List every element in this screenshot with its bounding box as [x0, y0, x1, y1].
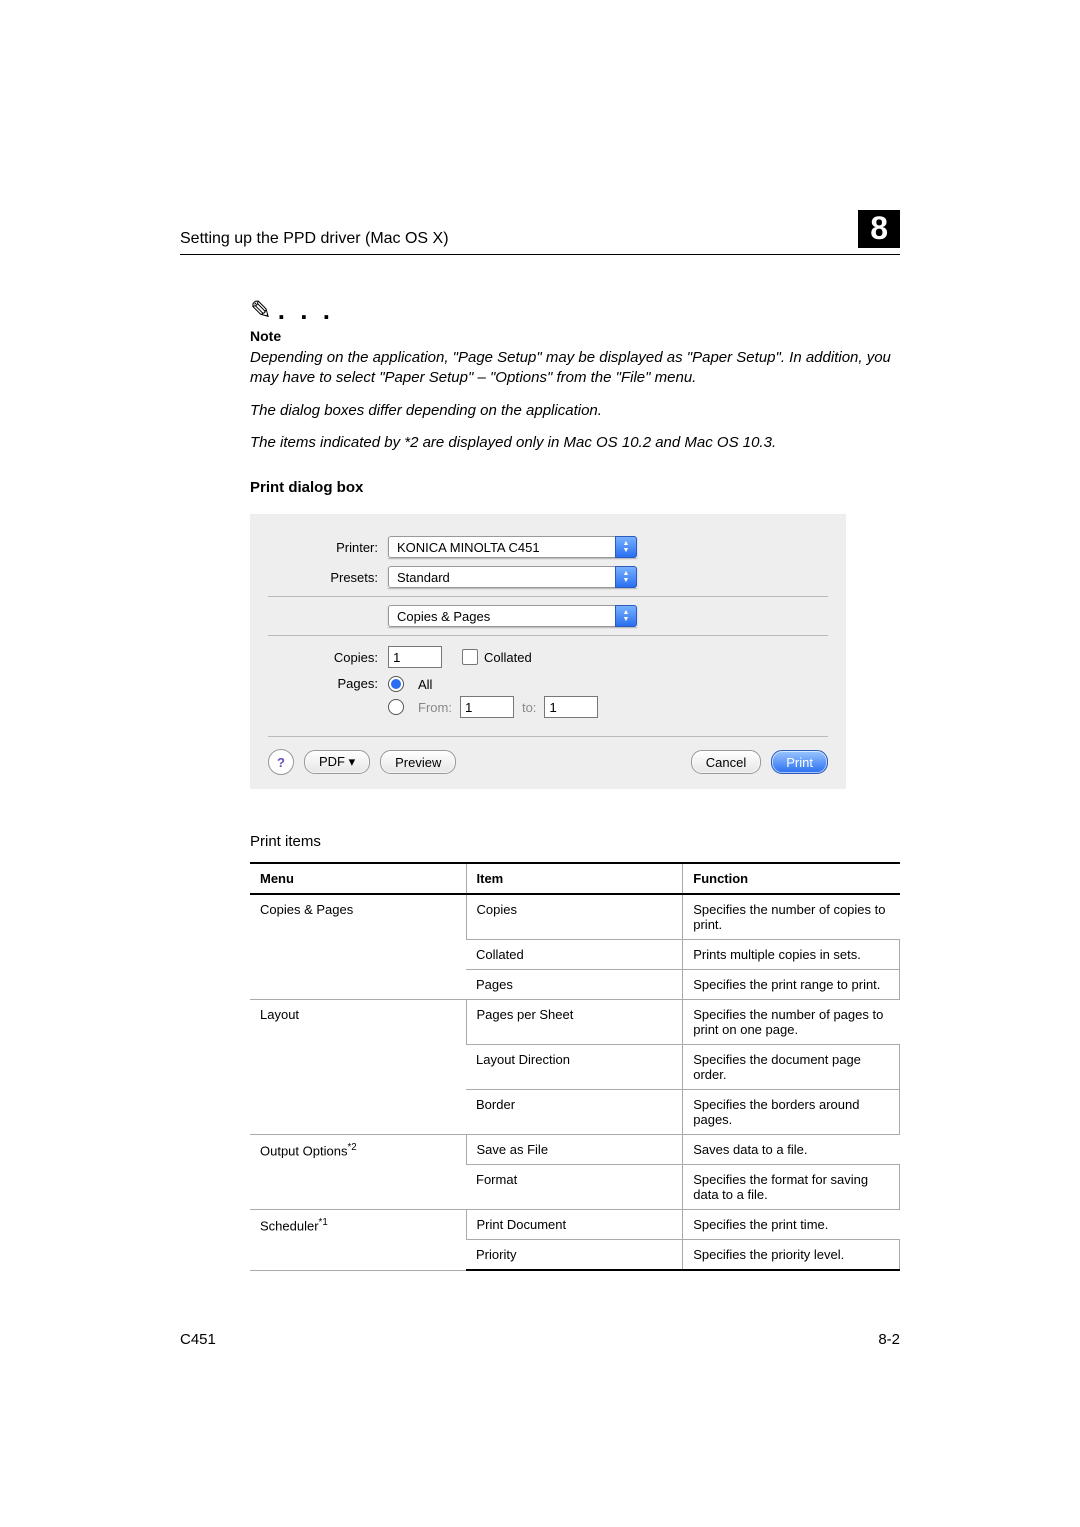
- cell-menu: Layout: [250, 1000, 466, 1135]
- chevron-updown-icon: ▲▼: [615, 536, 637, 558]
- note-paragraph: The dialog boxes differ depending on the…: [250, 401, 900, 421]
- cell-function: Specifies the priority level.: [683, 1240, 900, 1271]
- table-row: Output Options*2Save as FileSaves data t…: [250, 1135, 900, 1165]
- table-row: Copies & PagesCopiesSpecifies the number…: [250, 894, 900, 940]
- ellipsis-icon: . . .: [278, 295, 334, 326]
- chevron-updown-icon: ▲▼: [615, 566, 637, 588]
- cell-item: Pages: [466, 970, 683, 1000]
- from-label: From:: [418, 700, 452, 715]
- cancel-button[interactable]: Cancel: [691, 750, 761, 774]
- print-button[interactable]: Print: [771, 750, 828, 774]
- print-button-label: Print: [786, 755, 813, 770]
- cell-function: Specifies the print time.: [683, 1210, 900, 1240]
- pdf-menu-button[interactable]: PDF ▾: [304, 750, 370, 774]
- help-button[interactable]: ?: [268, 749, 294, 775]
- cancel-button-label: Cancel: [706, 755, 746, 770]
- collated-label: Collated: [484, 650, 532, 665]
- printer-label: Printer:: [268, 540, 388, 555]
- cell-item: Copies: [466, 894, 683, 940]
- cell-function: Specifies the document page order.: [683, 1045, 900, 1090]
- copies-label: Copies:: [268, 650, 388, 665]
- footer-model: C451: [180, 1331, 216, 1348]
- print-items-table: Menu Item Function Copies & PagesCopiesS…: [250, 862, 900, 1271]
- note-paragraph: Depending on the application, "Page Setu…: [250, 348, 900, 389]
- pages-to-input[interactable]: [544, 696, 598, 718]
- note-block: ✎ . . . Note Depending on the applicatio…: [250, 295, 900, 453]
- cell-menu: Output Options*2: [250, 1135, 466, 1210]
- cell-function: Specifies the number of pages to print o…: [683, 1000, 900, 1045]
- to-label: to:: [522, 700, 536, 715]
- section-heading: Print dialog box: [250, 479, 900, 496]
- presets-select-value: Standard: [388, 566, 615, 588]
- cell-item: Save as File: [466, 1135, 683, 1165]
- cell-menu: Scheduler*1: [250, 1210, 466, 1271]
- cell-function: Saves data to a file.: [683, 1135, 900, 1165]
- cell-function: Specifies the print range to print.: [683, 970, 900, 1000]
- cell-function: Specifies the format for saving data to …: [683, 1165, 900, 1210]
- preview-button-label: Preview: [395, 755, 441, 770]
- cell-item: Pages per Sheet: [466, 1000, 683, 1045]
- print-dialog: Printer: KONICA MINOLTA C451 ▲▼ Presets:…: [250, 514, 846, 789]
- cell-function: Prints multiple copies in sets.: [683, 940, 900, 970]
- cell-item: Border: [466, 1090, 683, 1135]
- pages-all-label: All: [418, 677, 432, 692]
- table-row: LayoutPages per SheetSpecifies the numbe…: [250, 1000, 900, 1045]
- printer-select-value: KONICA MINOLTA C451: [388, 536, 615, 558]
- cell-function: Specifies the number of copies to print.: [683, 894, 900, 940]
- col-function: Function: [683, 863, 900, 894]
- printer-select[interactable]: KONICA MINOLTA C451 ▲▼: [388, 536, 637, 558]
- pages-range-radio[interactable]: [388, 699, 404, 715]
- cell-function: Specifies the borders around pages.: [683, 1090, 900, 1135]
- table-caption: Print items: [250, 833, 900, 850]
- pdf-menu-label: PDF ▾: [319, 754, 355, 770]
- page-header-title: Setting up the PPD driver (Mac OS X): [180, 230, 449, 248]
- cell-item: Format: [466, 1165, 683, 1210]
- pages-all-radio[interactable]: [388, 676, 404, 692]
- col-item: Item: [466, 863, 683, 894]
- footer-page-number: 8-2: [878, 1331, 900, 1348]
- cell-item: Collated: [466, 940, 683, 970]
- cell-item: Print Document: [466, 1210, 683, 1240]
- cell-menu: Copies & Pages: [250, 894, 466, 1000]
- cell-item: Priority: [466, 1240, 683, 1271]
- chevron-updown-icon: ▲▼: [615, 605, 637, 627]
- copies-input[interactable]: [388, 646, 442, 668]
- cell-item: Layout Direction: [466, 1045, 683, 1090]
- pages-label: Pages:: [268, 676, 388, 691]
- preview-button[interactable]: Preview: [380, 750, 456, 774]
- presets-label: Presets:: [268, 570, 388, 585]
- note-label: Note: [250, 328, 900, 344]
- chapter-number-badge: 8: [858, 210, 900, 248]
- presets-select[interactable]: Standard ▲▼: [388, 566, 637, 588]
- pen-icon: ✎: [250, 295, 272, 326]
- panel-select[interactable]: Copies & Pages ▲▼: [388, 605, 637, 627]
- note-paragraph: The items indicated by *2 are displayed …: [250, 433, 900, 453]
- panel-select-value: Copies & Pages: [388, 605, 615, 627]
- pages-from-input[interactable]: [460, 696, 514, 718]
- collated-checkbox[interactable]: [462, 649, 478, 665]
- col-menu: Menu: [250, 863, 466, 894]
- table-row: Scheduler*1Print DocumentSpecifies the p…: [250, 1210, 900, 1240]
